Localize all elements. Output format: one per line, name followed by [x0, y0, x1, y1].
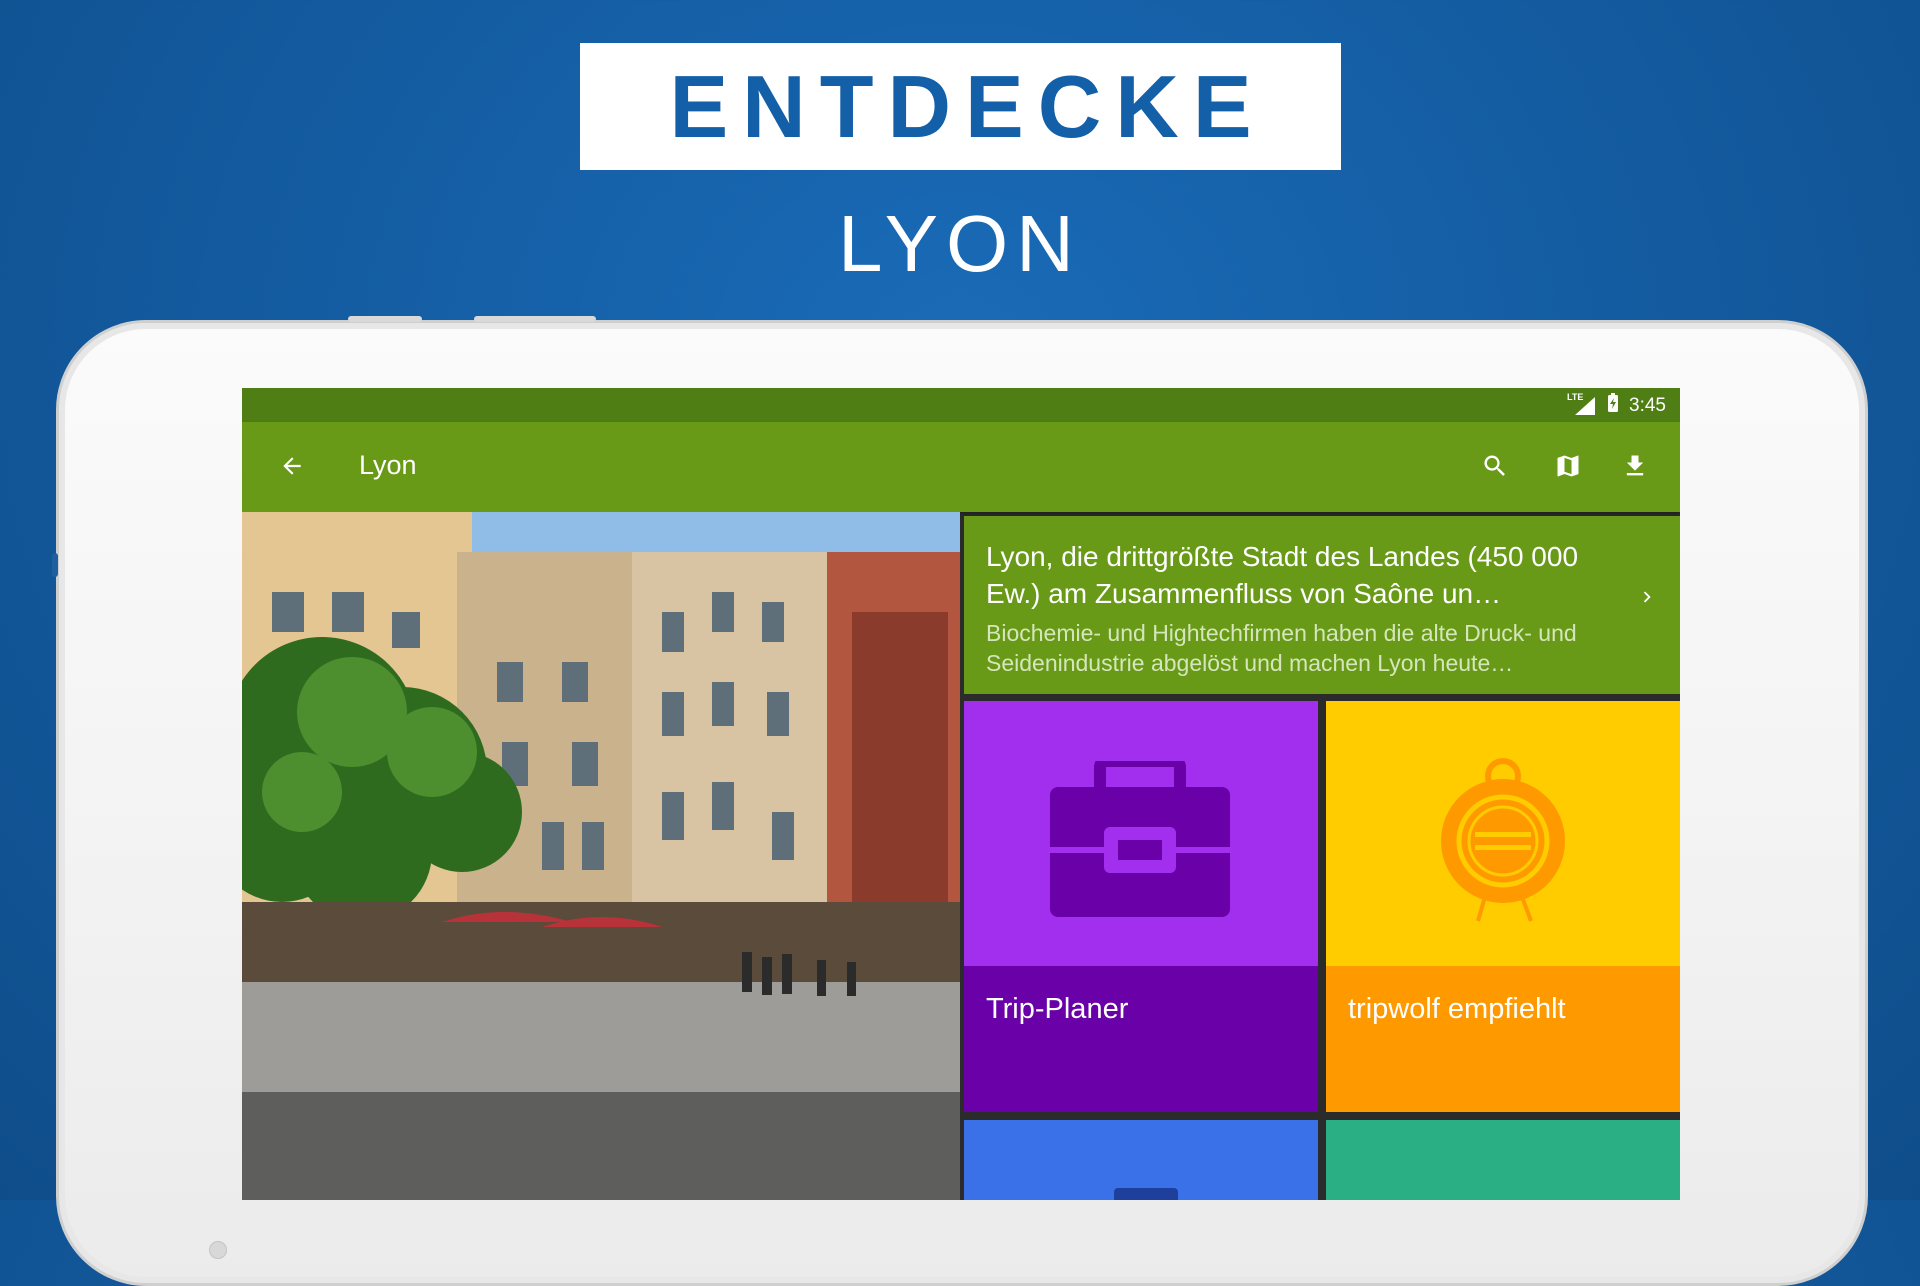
tablet-side-button — [52, 553, 58, 577]
map-icon[interactable] — [1548, 446, 1588, 486]
tile-icon-partial — [1114, 1188, 1178, 1200]
battery-icon — [1607, 393, 1619, 419]
toolbar-title: Lyon — [359, 450, 417, 480]
app-screen: LTE 3:45 Lyon Lyon, die drittgrößte Stad… — [242, 388, 1680, 1200]
tablet-top-button — [474, 316, 596, 322]
tile-blue[interactable] — [964, 1120, 1318, 1200]
tile-green[interactable] — [1326, 1120, 1680, 1200]
status-icons: LTE 3:45 — [1567, 392, 1666, 419]
headline-banner: ENTDECKE — [580, 43, 1341, 170]
tile-bottom-band — [964, 966, 1318, 1112]
tile-label: Trip-Planer — [986, 993, 1129, 1025]
photo-illustration — [242, 512, 960, 1200]
description-body: Biochemie- und Hightechfirmen haben die … — [986, 620, 1577, 676]
tile-tripwolf-recommends[interactable]: tripwolf empfiehlt — [1326, 701, 1680, 1112]
camera-dot — [209, 1241, 227, 1259]
tile-trip-planner[interactable]: Trip-Planer — [964, 701, 1318, 1112]
city-photo[interactable] — [242, 512, 960, 1200]
headline-text: ENTDECKE — [669, 56, 1266, 156]
app-toolbar: Lyon — [242, 422, 1680, 512]
download-icon[interactable] — [1615, 446, 1655, 486]
search-icon[interactable] — [1475, 446, 1515, 486]
status-bar: LTE 3:45 — [242, 388, 1680, 422]
back-arrow-icon[interactable] — [272, 446, 312, 486]
chevron-right-icon — [1636, 586, 1658, 613]
city-description-card[interactable]: Lyon, die drittgrößte Stadt des Landes (… — [964, 516, 1680, 694]
lte-signal-icon: LTE — [1567, 392, 1597, 417]
seal-icon — [1433, 756, 1573, 931]
briefcase-icon — [1050, 755, 1230, 926]
city-title: LYON — [838, 199, 1082, 288]
tile-label: tripwolf empfiehlt — [1348, 993, 1566, 1025]
clock: 3:45 — [1629, 395, 1666, 416]
description-title: Lyon, die drittgrößte Stadt des Landes (… — [986, 541, 1579, 609]
tablet-top-button — [348, 316, 422, 322]
tile-bottom-band — [1326, 966, 1680, 1112]
